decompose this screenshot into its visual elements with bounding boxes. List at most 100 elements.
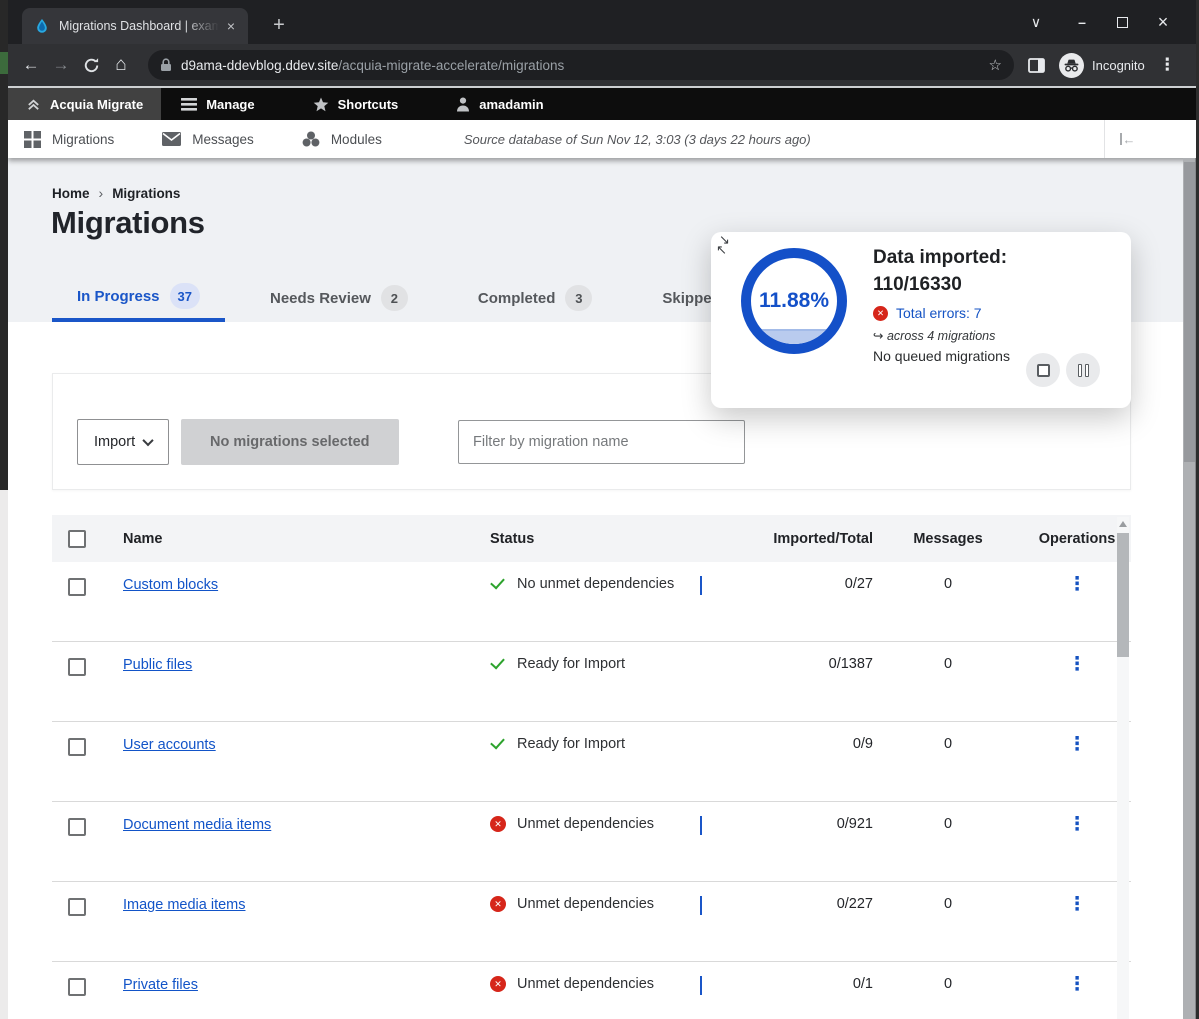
pause-button[interactable] xyxy=(1066,353,1100,387)
window-minimize-icon[interactable]: – xyxy=(1071,14,1093,30)
migration-link[interactable]: Custom blocks xyxy=(123,577,218,593)
window-close-icon[interactable]: × xyxy=(1152,12,1174,33)
data-imported-ratio: 110/16330 xyxy=(873,271,1123,298)
toolbar-item-user[interactable]: amadamin xyxy=(440,88,559,120)
bookmark-star-icon[interactable]: ☆ xyxy=(989,56,1002,74)
progress-ring-fill xyxy=(751,329,837,344)
tab-in-progress[interactable]: In Progress 37 xyxy=(52,274,225,322)
status-icon xyxy=(490,976,506,992)
chevron-down-icon[interactable] xyxy=(700,896,702,915)
imported-total-value: 0/9 xyxy=(740,736,873,752)
stop-button[interactable] xyxy=(1026,353,1060,387)
row-checkbox[interactable] xyxy=(68,578,86,596)
toolbar-item-acquia-migrate[interactable]: Acquia Migrate xyxy=(8,88,161,120)
toolbar-item-shortcuts[interactable]: Shortcuts xyxy=(297,88,415,120)
imported-total-value: 0/1 xyxy=(740,976,873,992)
migration-link[interactable]: Public files xyxy=(123,657,192,673)
scroll-up-arrow-icon[interactable] xyxy=(1119,521,1127,527)
chevron-down-icon[interactable] xyxy=(700,976,702,995)
envelope-icon xyxy=(162,132,181,146)
breadcrumb-current: Migrations xyxy=(112,186,180,201)
imported-total-value: 0/1387 xyxy=(740,656,873,672)
row-checkbox[interactable] xyxy=(68,978,86,996)
tab-title: Migrations Dashboard | example xyxy=(59,19,219,33)
table-scrollbar-thumb[interactable] xyxy=(1117,533,1129,657)
tab-label: In Progress xyxy=(77,288,160,305)
status-text: Unmet dependencies xyxy=(517,976,654,992)
tab-close-icon[interactable]: × xyxy=(222,17,240,35)
migration-link[interactable]: Private files xyxy=(123,977,198,993)
tab-needs-review[interactable]: Needs Review 2 xyxy=(245,274,433,322)
page-scrollbar[interactable] xyxy=(1183,158,1196,1019)
reload-icon[interactable] xyxy=(76,57,106,74)
import-label: Import xyxy=(94,434,135,450)
row-checkbox[interactable] xyxy=(68,898,86,916)
table-row: Image media items Unmet dependencies 0/2… xyxy=(52,882,1131,962)
browser-tabstrip: Migrations Dashboard | example × + ∨ – × xyxy=(8,0,1196,44)
screen: Migrations Dashboard | example × + ∨ – ×… xyxy=(0,0,1199,1019)
import-dropdown-button[interactable]: Import xyxy=(77,419,169,465)
status-text: Ready for Import xyxy=(517,736,625,752)
tab-completed[interactable]: Completed 3 xyxy=(453,274,618,322)
nav-item-migrations[interactable]: Migrations xyxy=(8,131,114,148)
side-panel-icon[interactable] xyxy=(1028,58,1045,73)
toolbar-item-label: Acquia Migrate xyxy=(50,97,143,112)
window-maximize-icon[interactable] xyxy=(1117,17,1128,28)
url-bar[interactable]: d9ama-ddevblog.ddev.site/acquia-migrate-… xyxy=(148,50,1014,80)
operations-kebab-icon[interactable]: ⋮ xyxy=(1023,976,1131,994)
header-status: Status xyxy=(490,531,700,547)
url-text: d9ama-ddevblog.ddev.site/acquia-migrate-… xyxy=(181,58,564,73)
chevron-down-icon[interactable] xyxy=(700,816,702,835)
page-title: Migrations xyxy=(51,205,205,241)
row-checkbox[interactable] xyxy=(68,738,86,756)
incognito-badge: Incognito xyxy=(1059,53,1145,78)
operations-kebab-icon[interactable]: ⋮ xyxy=(1023,656,1131,674)
page-scrollbar-thumb[interactable] xyxy=(1184,162,1195,462)
toolbar-item-label: amadamin xyxy=(479,97,543,112)
operations-kebab-icon[interactable]: ⋮ xyxy=(1023,576,1131,594)
chevron-down-icon[interactable] xyxy=(700,576,702,595)
table-scrollbar[interactable] xyxy=(1117,517,1129,1019)
toolbar-item-manage[interactable]: Manage xyxy=(165,88,270,120)
no-migrations-selected-button[interactable]: No migrations selected xyxy=(181,419,399,465)
resize-handle-icon[interactable]: ↘ ↖ xyxy=(719,234,730,256)
migration-link[interactable]: User accounts xyxy=(123,737,216,753)
row-checkbox[interactable] xyxy=(68,658,86,676)
home-icon[interactable]: ⌂ xyxy=(106,54,136,76)
tab-label: Completed xyxy=(478,290,556,307)
browser-menu-icon[interactable]: ⋮ xyxy=(1159,55,1176,75)
migration-link[interactable]: Image media items xyxy=(123,897,246,913)
window-chevron-icon[interactable]: ∨ xyxy=(1025,14,1047,31)
operations-kebab-icon[interactable]: ⋮ xyxy=(1023,896,1131,914)
breadcrumb-separator: › xyxy=(99,185,104,201)
row-checkbox[interactable] xyxy=(68,818,86,836)
messages-count: 0 xyxy=(873,976,1023,992)
browser-tab[interactable]: Migrations Dashboard | example × xyxy=(22,8,248,44)
total-errors-link[interactable]: Total errors: 7 xyxy=(896,305,982,321)
imported-total-value: 0/921 xyxy=(740,816,873,832)
status-text: No unmet dependencies xyxy=(517,576,674,592)
selection-label: No migrations selected xyxy=(210,434,370,450)
new-tab-button[interactable]: + xyxy=(266,12,292,38)
toolbar-collapse-button[interactable]: ← xyxy=(1104,120,1150,158)
data-imported-label: Data imported: xyxy=(873,244,1123,271)
background-window-speck xyxy=(0,52,8,74)
nav-item-modules[interactable]: Modules xyxy=(286,131,382,147)
grid-icon xyxy=(24,131,41,148)
select-all-checkbox[interactable] xyxy=(68,530,86,548)
breadcrumb-home-link[interactable]: Home xyxy=(52,186,90,201)
forward-icon[interactable]: → xyxy=(46,55,76,75)
error-icon: ✕ xyxy=(873,306,888,321)
back-icon[interactable]: ← xyxy=(16,55,46,75)
operations-kebab-icon[interactable]: ⋮ xyxy=(1023,736,1131,754)
filter-input[interactable] xyxy=(458,420,745,464)
tab-count-badge: 37 xyxy=(170,283,200,309)
operations-kebab-icon[interactable]: ⋮ xyxy=(1023,816,1131,834)
browser-toolbar-right: Incognito ⋮ xyxy=(1028,53,1176,78)
messages-count: 0 xyxy=(873,736,1023,752)
migration-link[interactable]: Document media items xyxy=(123,817,271,833)
background-window-sliver-left xyxy=(0,0,8,490)
nav-item-messages[interactable]: Messages xyxy=(146,132,254,147)
stop-icon xyxy=(1037,364,1050,377)
messages-count: 0 xyxy=(873,896,1023,912)
